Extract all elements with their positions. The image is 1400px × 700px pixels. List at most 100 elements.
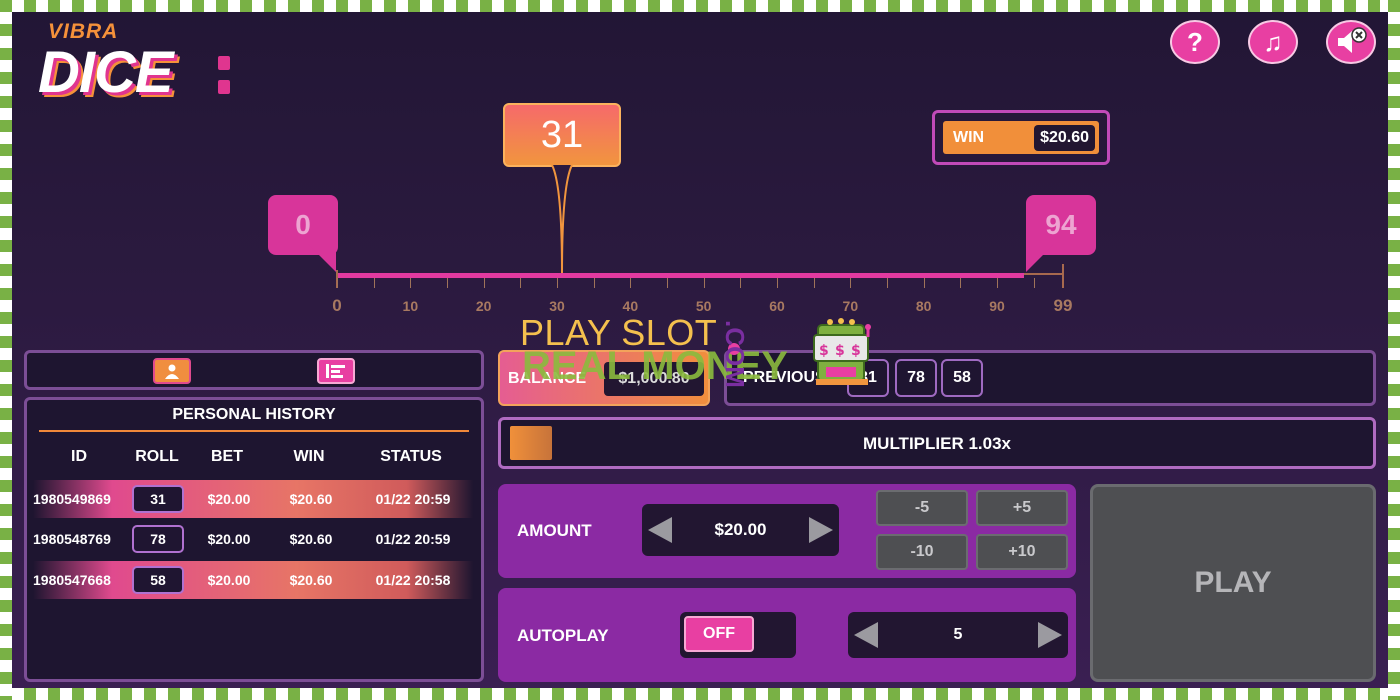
history-roll: 78	[132, 525, 184, 553]
slider-tick	[373, 278, 375, 288]
music-icon: ♫	[1263, 26, 1283, 57]
amount-plus-5-button[interactable]: +5	[976, 490, 1068, 526]
slider-tick	[410, 278, 412, 288]
range-min-value: 0	[295, 209, 311, 240]
svg-text:$: $	[819, 343, 829, 359]
slider-tick	[630, 278, 632, 288]
slider-tick-label: 80	[915, 298, 932, 314]
history-separator	[39, 430, 469, 432]
slider-tick	[337, 278, 338, 288]
music-button[interactable]: ♫	[1248, 20, 1298, 64]
roll-result-value: 31	[540, 113, 584, 156]
logo-dots	[212, 50, 240, 102]
amount-minus-5-button[interactable]: -5	[876, 490, 968, 526]
history-status: 01/22 20:59	[375, 531, 451, 547]
table-row[interactable]: 1980549869 31 $20.00 $20.60 01/22 20:59	[33, 480, 473, 518]
range-max-pointer	[1026, 244, 1054, 272]
slider-tick	[960, 278, 962, 288]
slider-tick-label: 60	[769, 298, 785, 314]
amount-panel: AMOUNT $20.00 -5 +5 -10 +10	[498, 484, 1076, 578]
history-win: $20.60	[289, 491, 333, 507]
slider-tick	[777, 278, 778, 288]
table-row[interactable]: 1980548769 78 $20.00 $20.60 01/22 20:59	[33, 520, 473, 558]
slider-tick-label: 20	[475, 298, 492, 314]
roll-result-bubble: 31	[503, 103, 621, 167]
multiplier-text: MULTIPLIER 1.03x	[863, 434, 1011, 453]
slider-tick-label: 90	[989, 298, 1005, 314]
slider-track-active[interactable]	[336, 273, 1024, 278]
win-display: WIN $20.60	[932, 110, 1110, 165]
history-id: 1980547668	[33, 572, 111, 588]
history-win: $20.60	[289, 572, 333, 588]
autoplay-count-value: 5	[953, 626, 963, 643]
col-header-roll: ROLL	[135, 448, 179, 465]
history-id: 1980548769	[33, 531, 111, 547]
col-header-bet: BET	[211, 448, 243, 465]
slider-tick	[997, 278, 998, 288]
slider-tick	[923, 278, 925, 288]
amount-plus-10-button[interactable]: +10	[976, 534, 1068, 570]
history-bet: $20.00	[207, 572, 251, 588]
amount-label: AMOUNT	[517, 521, 592, 540]
table-row[interactable]: 1980547668 58 $20.00 $20.60 01/22 20:58	[33, 561, 473, 599]
history-win: $20.60	[289, 531, 333, 547]
slider-tick	[813, 278, 815, 288]
slider-end-cap	[1062, 264, 1064, 288]
play-button[interactable]: PLAY	[1090, 484, 1376, 682]
range-min-pointer	[308, 244, 336, 272]
roll-pointer	[551, 165, 573, 274]
slider-tick	[483, 278, 485, 288]
history-roll: 58	[132, 566, 184, 594]
slider-tick	[850, 278, 852, 288]
col-header-id: ID	[71, 448, 87, 465]
amount-stepper: $20.00	[642, 504, 839, 556]
slider-tick	[520, 278, 522, 288]
autoplay-label: AUTOPLAY	[517, 626, 609, 645]
col-header-win: WIN	[293, 448, 325, 465]
history-status: 01/22 20:59	[375, 491, 451, 507]
amount-minus-10-button[interactable]: -10	[876, 534, 968, 570]
history-id: 1980549869	[33, 491, 111, 507]
slider-tick	[447, 278, 448, 288]
autoplay-toggle-state: OFF	[684, 616, 754, 652]
win-label: WIN	[953, 128, 985, 146]
slider-tick-label: 10	[402, 298, 419, 314]
svg-text:$: $	[851, 343, 861, 359]
slot-machine-icon: $ $ $	[813, 318, 871, 385]
watermark-com: .COM	[720, 320, 750, 388]
previous-roll-chip: 58	[941, 359, 983, 397]
logo-title: DICE	[38, 40, 174, 105]
autoplay-toggle[interactable]: OFF	[680, 612, 796, 658]
slider-tick	[740, 278, 742, 288]
history-tabs-bar	[24, 350, 484, 390]
slider-tick	[557, 278, 558, 288]
col-header-status: STATUS	[380, 448, 442, 465]
slider-tick	[593, 278, 595, 288]
history-status: 01/22 20:58	[375, 572, 451, 588]
sound-button[interactable]	[1326, 20, 1376, 64]
svg-text:$: $	[835, 343, 845, 359]
autoplay-count-stepper: 5	[848, 612, 1068, 658]
slider-tick-label: 0	[332, 296, 342, 315]
previous-roll-chip: 78	[895, 359, 937, 397]
autoplay-increase-icon[interactable]	[1038, 622, 1062, 648]
slider-tick	[1033, 278, 1035, 288]
slider-tick-label: 70	[842, 298, 859, 314]
help-icon: ?	[1187, 26, 1203, 57]
amount-increase-icon[interactable]	[809, 517, 833, 543]
history-title: PERSONAL HISTORY	[172, 406, 336, 423]
tab-personal-history[interactable]	[153, 358, 191, 384]
slider-tick	[703, 278, 705, 288]
slider-track-inactive	[1024, 273, 1064, 275]
win-value: $20.60	[1034, 124, 1095, 151]
user-icon	[165, 364, 179, 379]
multiplier-bar: MULTIPLIER 1.03x	[498, 417, 1376, 469]
tab-all-history[interactable]	[317, 358, 355, 384]
slider-tick	[667, 278, 668, 288]
range-max-value: 94	[1045, 209, 1077, 240]
history-roll: 31	[132, 485, 184, 513]
history-bet: $20.00	[207, 531, 251, 547]
help-button[interactable]: ?	[1170, 20, 1220, 64]
slider-tick	[887, 278, 888, 288]
personal-history-panel: PERSONAL HISTORY ID ROLL BET WIN STATUS …	[24, 397, 484, 682]
